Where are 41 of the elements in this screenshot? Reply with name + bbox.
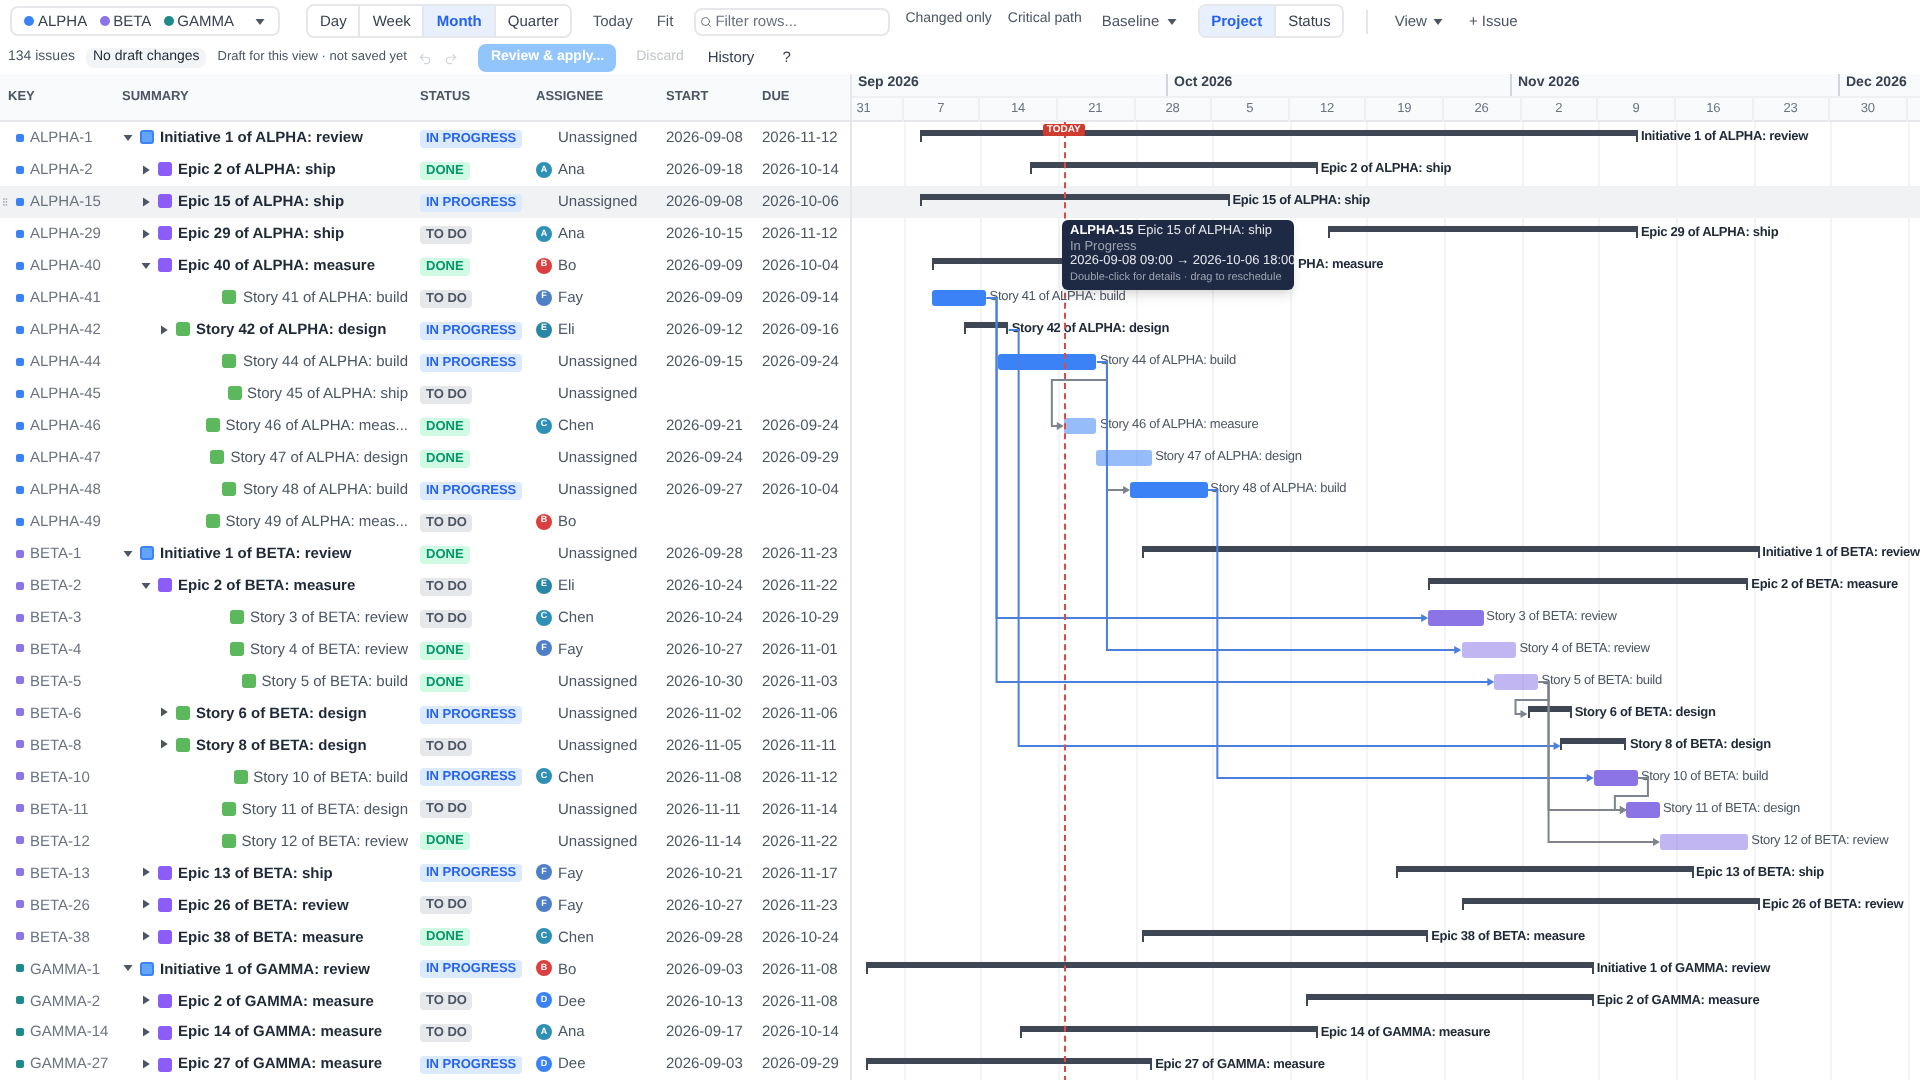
caret-right-icon[interactable]	[140, 195, 152, 208]
summary-bar[interactable]	[1395, 866, 1694, 878]
summary-bar[interactable]	[1428, 578, 1749, 590]
caret-down-icon[interactable]	[122, 962, 134, 975]
search-icon	[699, 15, 712, 27]
summary-bar[interactable]	[865, 1058, 1153, 1070]
caret-right-icon[interactable]	[140, 163, 152, 176]
summary-bar[interactable]	[1141, 930, 1429, 942]
summary-bar[interactable]	[920, 194, 1230, 206]
summary-bar[interactable]	[1306, 994, 1594, 1006]
summary-bar[interactable]	[1328, 226, 1638, 238]
caret-icon	[1432, 15, 1445, 27]
caret-right-icon[interactable]	[140, 1058, 152, 1071]
task-bar[interactable]	[1593, 770, 1638, 786]
caret-right-icon[interactable]	[140, 1026, 152, 1039]
summary-bar[interactable]	[1019, 1026, 1318, 1038]
summary-bar[interactable]	[1560, 738, 1627, 750]
caret-down-icon[interactable]	[140, 579, 152, 592]
caret-right-icon[interactable]	[140, 866, 152, 879]
caret-right-icon[interactable]	[140, 930, 152, 943]
caret-down-icon[interactable]	[122, 547, 134, 560]
caret-down-icon[interactable]	[122, 131, 134, 144]
task-bar[interactable]	[1096, 450, 1153, 466]
caret-right-icon[interactable]	[140, 898, 152, 911]
summary-bar[interactable]	[964, 322, 1009, 334]
summary-bar[interactable]	[865, 962, 1594, 974]
task-bar[interactable]	[1063, 418, 1097, 434]
caret-right-icon[interactable]	[140, 994, 152, 1007]
caret-right-icon[interactable]	[158, 706, 170, 719]
summary-bar[interactable]	[920, 130, 1638, 142]
caret-down-icon[interactable]	[140, 259, 152, 272]
caret-right-icon[interactable]	[158, 738, 170, 751]
summary-bar[interactable]	[1527, 706, 1572, 718]
summary-bar[interactable]	[1141, 546, 1760, 558]
caret-right-icon[interactable]	[158, 323, 170, 336]
summary-bar[interactable]	[1461, 898, 1760, 910]
caret-right-icon[interactable]	[140, 227, 152, 240]
caret-icon	[1165, 15, 1178, 27]
task-bar[interactable]	[931, 290, 987, 306]
summary-bar[interactable]	[1030, 162, 1318, 174]
caret-icon	[254, 15, 266, 27]
